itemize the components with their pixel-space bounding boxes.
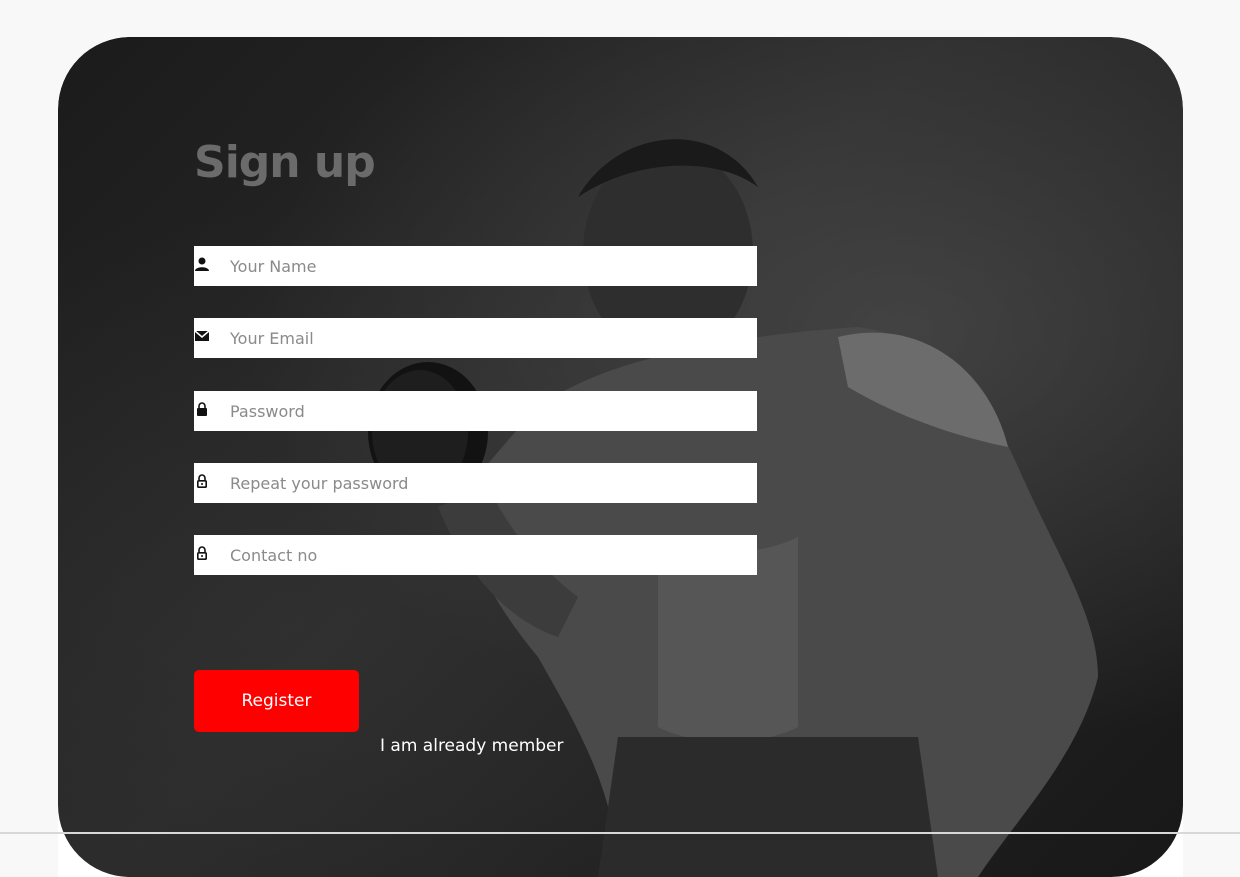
- email-field[interactable]: [194, 318, 757, 358]
- mail-icon: [194, 330, 210, 341]
- repeat-password-input[interactable]: [230, 463, 745, 503]
- password-field[interactable]: [194, 391, 757, 431]
- contact-field[interactable]: [194, 535, 757, 575]
- password-input[interactable]: [230, 391, 745, 431]
- lock-outline-icon: [196, 546, 207, 561]
- person-icon: [195, 257, 209, 271]
- repeat-password-field[interactable]: [194, 463, 757, 503]
- register-button[interactable]: Register: [194, 670, 359, 732]
- lock-icon: [197, 402, 207, 416]
- name-input[interactable]: [230, 246, 745, 286]
- already-member-link[interactable]: I am already member: [380, 736, 564, 756]
- email-input[interactable]: [230, 318, 745, 358]
- name-field[interactable]: [194, 246, 757, 286]
- contact-input[interactable]: [230, 535, 745, 575]
- page-title: Sign up: [194, 137, 376, 188]
- lock-outline-icon: [196, 474, 207, 489]
